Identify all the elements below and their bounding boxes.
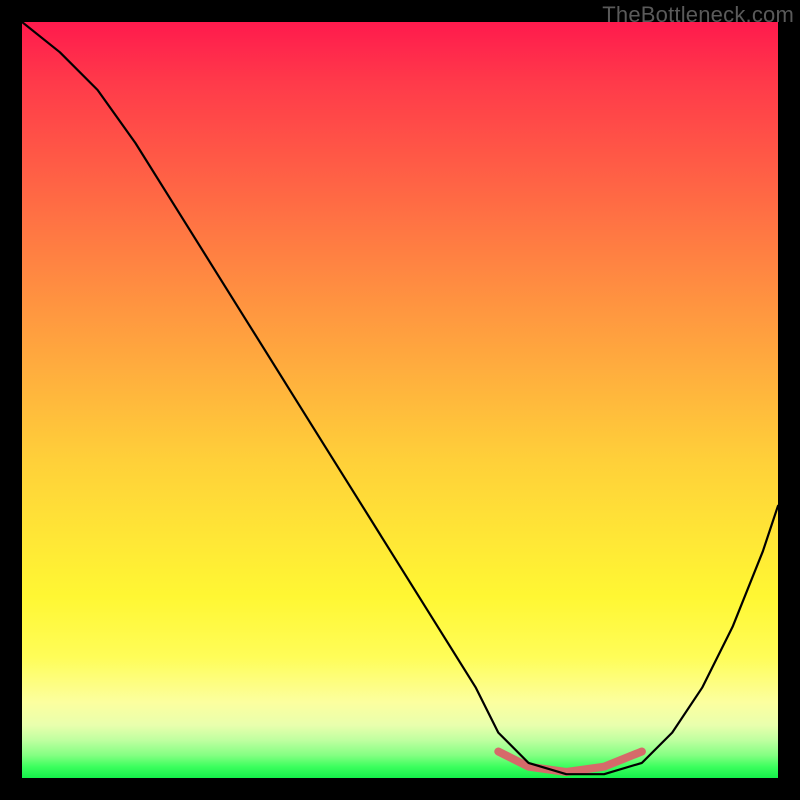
chart-stage: TheBottleneck.com xyxy=(0,0,800,800)
plot-area xyxy=(22,22,778,778)
curve-layer xyxy=(22,22,778,778)
bottleneck-curve xyxy=(22,22,778,774)
watermark-text: TheBottleneck.com xyxy=(602,2,794,28)
